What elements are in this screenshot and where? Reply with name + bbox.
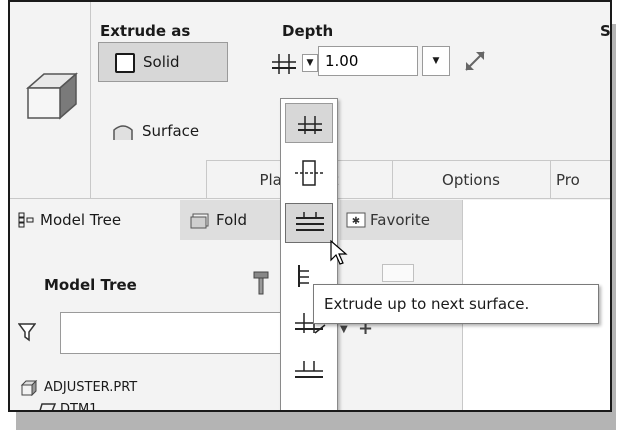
solid-label: Solid [143,53,180,71]
extrude-as-title: Extrude as [100,22,191,40]
model-tree-title: Model Tree [44,276,137,294]
filter-dropdown-arrow[interactable]: ▼ [340,324,348,335]
svg-text:✱: ✱ [352,216,360,227]
flip-direction-icon[interactable] [460,46,490,76]
tab-properties[interactable]: Pro [556,162,610,198]
menu-item-to-selected[interactable] [285,351,333,391]
favorites-icon: ✱ [346,211,366,229]
folder-icon [190,211,210,229]
solid-checkbox-icon [115,53,135,73]
settings-hammer-icon[interactable] [252,270,270,296]
panel-tab-row: Model Tree Fold ✱ Favorite [10,200,462,240]
symmetric-depth-icon [295,160,323,186]
mouse-cursor-icon [330,240,348,266]
tab-model-tree[interactable]: Model Tree [10,200,180,240]
datum-plane-icon [38,403,56,410]
depth-type-dropdown-arrow[interactable]: ▼ [302,54,318,72]
to-next-depth-icon [296,212,324,231]
tab-separator [550,160,551,198]
depth-value-input[interactable] [318,46,418,76]
ribbon-separator [90,2,91,198]
blind-depth-icon [272,54,296,74]
tree-item-dtm1[interactable]: DTM1 [60,402,97,410]
extrude-cube-icon [24,64,80,120]
tab-options-label: Options [442,171,500,189]
surface-label: Surface [142,122,200,140]
to-selected-depth-icon [295,361,323,378]
tab-favorites-label: Favorite [370,211,430,229]
hidden-toolbar-icon [382,264,414,282]
menu-item-blind[interactable] [285,103,333,143]
depth-title: Depth [282,22,334,40]
surface-button[interactable]: Surface [98,112,228,152]
tree-item-part[interactable]: ADJUSTER.PRT [44,380,137,395]
menu-item-symmetric[interactable] [285,153,333,193]
tab-top-line [206,160,610,161]
menu-item-to-next[interactable] [285,203,333,243]
next-group-title: S [600,22,611,40]
filter-icon[interactable] [18,322,36,342]
tab-options[interactable]: Options [392,162,550,198]
solid-button[interactable]: Solid [98,42,228,82]
tab-favorites[interactable]: ✱ Favorite [340,200,462,240]
surface-icon [112,122,134,142]
blind-depth-icon [298,116,322,134]
part-icon [20,380,38,396]
tab-folder-label: Fold [216,211,247,229]
depth-value-dropdown[interactable]: ▼ [422,46,450,76]
tab-model-tree-label: Model Tree [40,211,122,229]
model-tree-icon [18,212,34,228]
app-window: Extrude as Depth S Solid Surface ▼ 1.00 … [8,0,612,412]
depth-tooltip: Extrude up to next surface. [313,284,599,324]
depth-type-button[interactable] [270,48,298,76]
tab-properties-label: Pro [556,171,580,189]
